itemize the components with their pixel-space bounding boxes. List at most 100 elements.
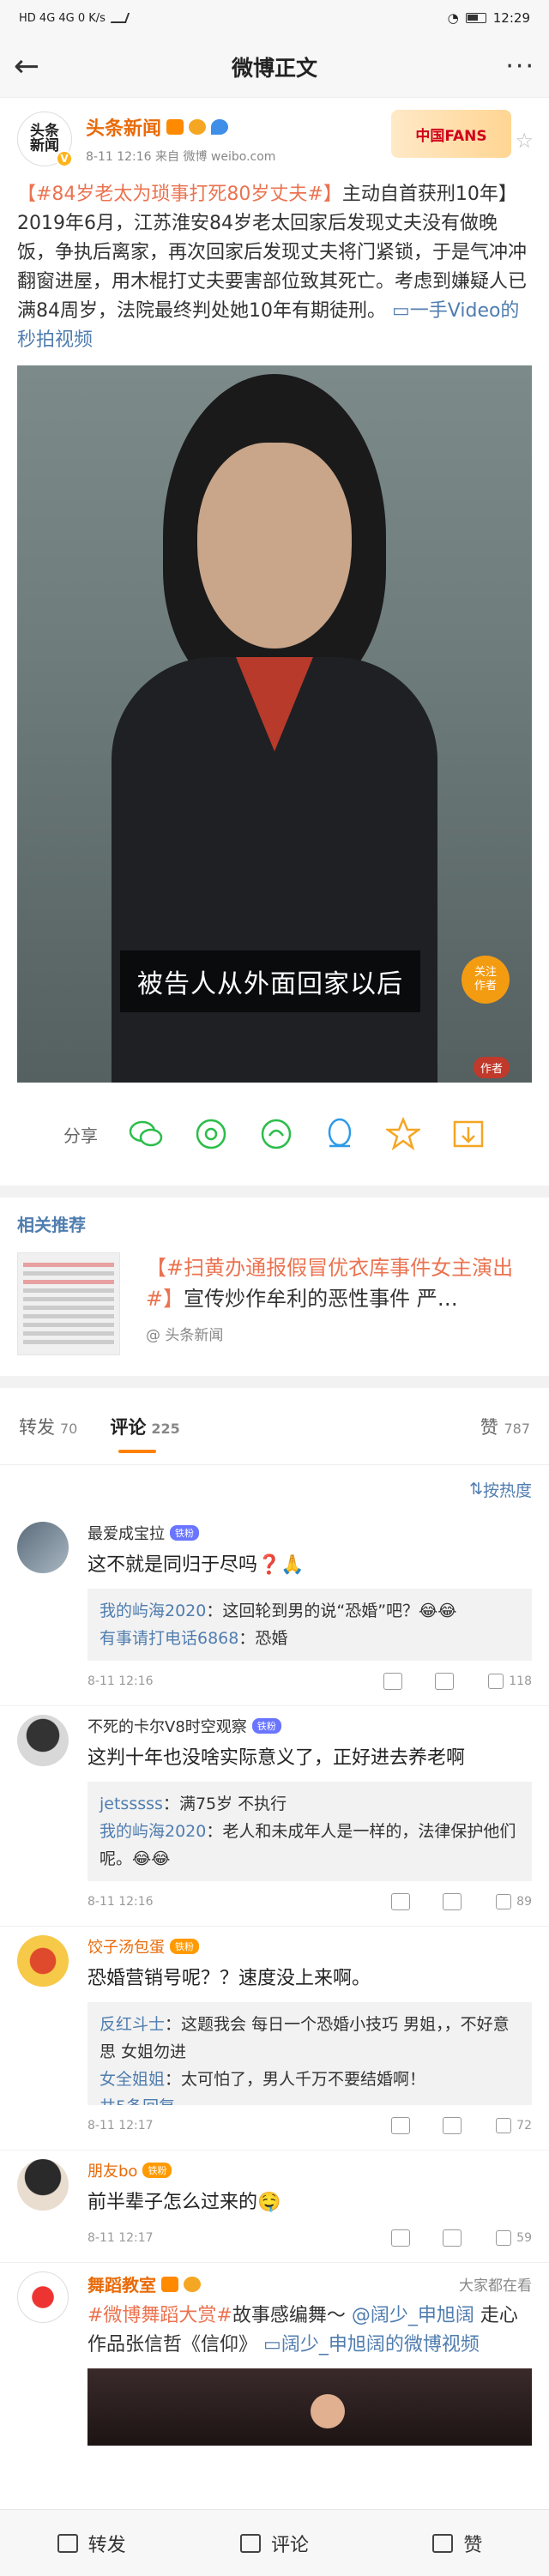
share-comment-icon[interactable]: [391, 2229, 411, 2247]
comment-button[interactable]: 评论: [183, 2530, 365, 2557]
weibo-friends-icon[interactable]: [259, 1115, 293, 1153]
comment-item: 不死的卡尔V8时空观察 铁粉 这判十年也没啥实际意义了，正好进去养老啊 jetss…: [0, 1706, 549, 1927]
embedded-author[interactable]: 舞蹈教室: [87, 2271, 156, 2296]
like-count: 89: [516, 1895, 532, 1909]
fan-badge: 铁粉: [142, 2163, 172, 2178]
moments-icon[interactable]: [194, 1115, 228, 1153]
back-arrow-icon[interactable]: ←: [14, 49, 51, 84]
medal-icon: [184, 2276, 201, 2292]
wechat-icon[interactable]: [129, 1115, 163, 1153]
like-count: 59: [516, 2231, 532, 2245]
tab-repost[interactable]: 转发 70: [19, 1414, 77, 1439]
commenter-name[interactable]: 朋友bo: [87, 2159, 137, 2181]
sort-toggle[interactable]: ⇅ 按热度: [0, 1465, 549, 1513]
commenter-name[interactable]: 最爱成宝拉: [87, 1522, 165, 1544]
reply-author[interactable]: 有事请打电话6868: [100, 1629, 238, 1648]
commenter-name[interactable]: 饺子汤包蛋: [87, 1935, 165, 1958]
author-name[interactable]: 头条新闻: [86, 113, 161, 141]
repost-label: 转发: [87, 2534, 126, 2556]
comment-time: 8-11 12:17: [87, 2231, 154, 2245]
commenter-avatar[interactable]: [17, 1715, 69, 1766]
like-button[interactable]: 72: [496, 2118, 532, 2133]
reply-author[interactable]: 我的屿海2020: [100, 1822, 206, 1841]
embedded-post[interactable]: 舞蹈教室 #微博舞蹈大赏#故事感编舞～ @阔少_申旭阔 走心作品张信哲《信仰》 …: [0, 2263, 549, 2360]
follow-author-button[interactable]: 关注 作者: [462, 956, 510, 1004]
repost-button[interactable]: 转发: [0, 2530, 183, 2557]
like-button[interactable]: 118: [488, 1674, 532, 1689]
trending-tag: 大家都在看: [459, 2277, 532, 2295]
embedded-mention[interactable]: @阔少_申旭阔: [352, 2305, 474, 2326]
like-button-main[interactable]: 赞: [366, 2530, 549, 2557]
reply-icon[interactable]: [443, 2229, 462, 2247]
reply-text: 这回轮到男的说“恐婚”吧？😂😂: [222, 1602, 457, 1620]
vip-icon: [161, 2276, 178, 2292]
recommend-source: @ 头条新闻: [146, 1327, 224, 1344]
reply-icon[interactable]: [435, 1673, 455, 1690]
reply-text: 太可怕了，男人千万不要结婚啊！: [181, 2070, 426, 2089]
author-avatar[interactable]: 头条 新闻 V: [17, 112, 73, 167]
comment-time: 8-11 12:17: [87, 2119, 154, 2133]
bottom-toolbar: 转发 评论 赞: [0, 2509, 549, 2576]
reply-icon[interactable]: [443, 1893, 462, 1910]
comment-item: 朋友bo 铁粉 前半辈子怎么过来的🤤 8-11 12:17 59: [0, 2151, 549, 2263]
fans-badge[interactable]: 中国FANS: [391, 110, 511, 158]
reply-author[interactable]: 女全姐姐: [100, 2070, 165, 2089]
comment-label: 评论: [270, 2534, 309, 2556]
recommend-item[interactable]: 【#扫黄办通报假冒优衣库事件女主演出#】宣传炒作牟利的恶性事件 严… @ 头条新…: [0, 1252, 549, 1376]
reply-box[interactable]: jetsssss：满75岁 不执行 我的屿海2020：老人和未成年人是一样的，法…: [87, 1782, 532, 1881]
repost-icon: [57, 2533, 78, 2553]
thumb-up-icon: [496, 2230, 512, 2246]
wifi-icon: ◔: [447, 10, 459, 26]
commenter-avatar[interactable]: [17, 1935, 69, 1987]
post-topic-link[interactable]: 【#84岁老太为琐事打死80岁丈夫#】: [17, 184, 342, 205]
fan-badge: 铁粉: [251, 1718, 281, 1734]
tab-comment[interactable]: 评论 225: [110, 1414, 180, 1453]
like-button[interactable]: 89: [496, 1894, 532, 1909]
reply-box[interactable]: 我的屿海2020：这回轮到男的说“恐婚”吧？😂😂 有事请打电话6868：恐婚: [87, 1589, 532, 1661]
reply-icon[interactable]: [443, 2117, 462, 2134]
embedded-video-thumbnail[interactable]: [87, 2368, 532, 2446]
reply-author[interactable]: 我的屿海2020: [100, 1602, 206, 1620]
battery-icon: [465, 13, 486, 23]
commenter-name[interactable]: 不死的卡尔V8时空观察: [87, 1715, 247, 1737]
video-player[interactable]: 被告人从外面回家以后 关注 作者 作者: [17, 365, 532, 1083]
video-subtitle: 被告人从外面回家以后: [120, 950, 420, 1012]
share-label: 分享: [63, 1125, 98, 1146]
more-replies-link[interactable]: 共5条回复: [100, 2097, 175, 2105]
post-text: 【#84岁老太为琐事打死80岁丈夫#】主动自首获刑10年】2019年6月，江苏淮…: [0, 180, 549, 355]
comment-text: 这不就是同归于尽吗❓🙏: [87, 1554, 305, 1576]
favorite-star-icon[interactable]: ☆: [515, 129, 534, 153]
section-divider: [0, 1185, 549, 1198]
qzone-icon[interactable]: [386, 1115, 420, 1153]
reply-author[interactable]: jetsssss: [100, 1795, 163, 1813]
qq-icon[interactable]: [324, 1115, 355, 1153]
nav-bar: ← 微博正文 ···: [0, 36, 549, 98]
embedded-avatar[interactable]: [17, 2271, 69, 2323]
fan-badge: 铁粉: [170, 1939, 199, 1954]
more-icon[interactable]: ···: [498, 51, 535, 81]
embedded-topic[interactable]: #微博舞蹈大赏#: [87, 2305, 232, 2326]
avatar-logo-text: 头条 新闻: [30, 123, 59, 154]
comment-item: 饺子汤包蛋 铁粉 恐婚营销号呢？？速度没上来啊。 反红斗士：这题我会 每日一个恐婚…: [0, 1927, 549, 2151]
share-comment-icon[interactable]: [391, 1893, 411, 1910]
commenter-avatar[interactable]: [17, 1522, 69, 1573]
share-comment-icon[interactable]: [383, 1673, 403, 1690]
reply-box[interactable]: 反红斗士：这题我会 每日一个恐婚小技巧 男姐，，不好意思 女姐勿进 女全姐姐：太…: [87, 2002, 532, 2105]
comment-icon: [239, 2533, 261, 2553]
comment-text: 前半辈子怎么过来的🤤: [87, 2192, 281, 2213]
status-time: 12:29: [492, 10, 530, 26]
author-tag: 作者: [473, 1057, 510, 1078]
reply-author[interactable]: 反红斗士: [100, 2015, 165, 2034]
thumb-up-icon: [432, 2533, 454, 2553]
reply-text: 恐婚: [255, 1629, 288, 1648]
share-bar: 分享: [0, 1083, 549, 1185]
tab-like[interactable]: 赞 787: [480, 1414, 530, 1439]
like-count: 787: [504, 1420, 530, 1437]
save-image-icon[interactable]: [451, 1115, 486, 1153]
like-button[interactable]: 59: [496, 2230, 532, 2246]
embedded-video-link[interactable]: ▭阔少_申旭阔的微博视频: [263, 2334, 480, 2356]
signal-icon: [110, 13, 130, 23]
share-comment-icon[interactable]: [391, 2117, 411, 2134]
commenter-avatar[interactable]: [17, 2159, 69, 2211]
tab-repost-label: 转发: [19, 1416, 55, 1438]
